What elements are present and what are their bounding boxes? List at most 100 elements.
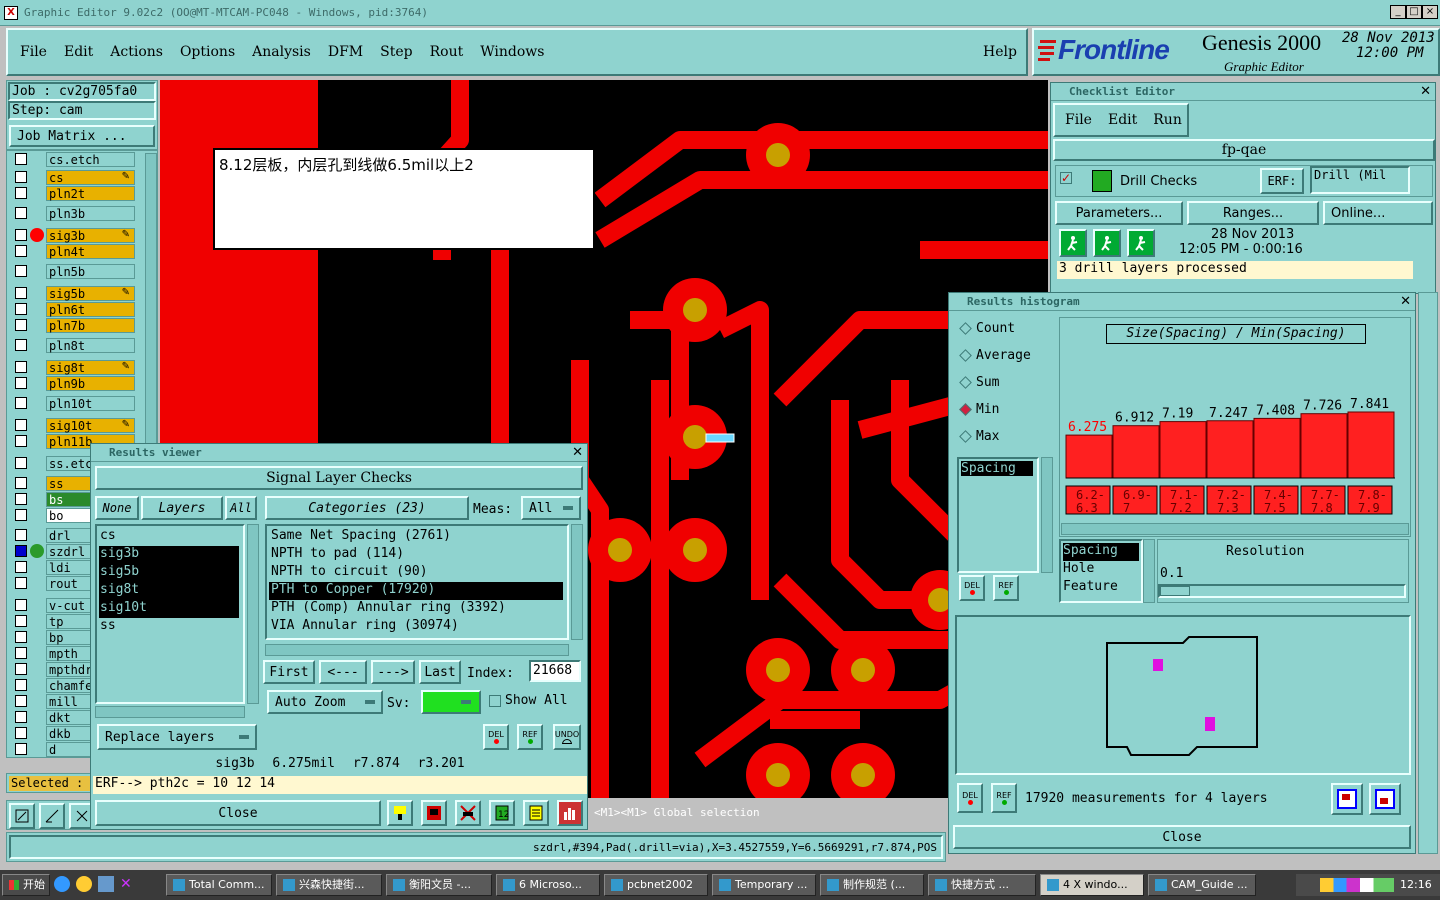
taskbar-item[interactable]: 衡阳文员 -... [386,874,492,896]
stat-option-sum[interactable]: Sum [959,375,999,390]
histogram-bar[interactable] [1253,417,1301,479]
result-layer-item[interactable]: sig5b [99,564,239,582]
layer-checkbox[interactable] [15,615,27,627]
layer-checkbox[interactable] [15,679,27,691]
taskbar-item[interactable]: 6 Microso... [496,874,600,896]
right-scroll[interactable] [1418,292,1438,854]
layer-checkbox[interactable] [15,303,27,315]
layer-checkbox[interactable] [15,397,27,409]
maximize-button[interactable]: □ [1406,5,1422,19]
explorer-icon[interactable] [98,876,114,892]
resolution-item[interactable]: Spacing [1063,543,1139,561]
layer-checkbox[interactable] [15,339,27,351]
category-item[interactable]: PTH (Comp) Annular ring (3392) [269,600,563,618]
undo-button[interactable]: UNDO [553,724,581,750]
histogram-bar[interactable] [1159,421,1207,479]
numbered-icon[interactable]: 12 [489,800,515,826]
hist-ref-button[interactable]: REF [993,575,1019,601]
menu-options[interactable]: Options [180,44,235,60]
layer-checkbox[interactable] [15,361,27,373]
categories-scrollbar[interactable] [571,524,583,640]
result-layer-item[interactable]: sig8t [99,582,239,600]
result-layer-item[interactable]: sig10t [99,600,239,618]
layers-button[interactable]: Layers [141,496,223,520]
layer-checkbox[interactable] [15,435,27,447]
layer-checkbox[interactable] [15,545,27,557]
layer-checkbox[interactable] [15,493,27,505]
auto-zoom-dropdown[interactable]: Auto Zoom [267,690,383,714]
metric-scrollbar[interactable] [1041,457,1053,573]
menu-rout[interactable]: Rout [430,44,464,60]
histogram-bar[interactable] [1206,420,1254,479]
run-icon[interactable] [1059,229,1087,257]
layer-row-pln7b[interactable]: pln7b [15,317,135,333]
layer-checkbox[interactable] [15,457,27,469]
drill-checks-checkbox[interactable]: ✓ [1060,172,1072,184]
layer-checkbox[interactable] [15,265,27,277]
layer-checkbox[interactable] [15,377,27,389]
layer-list-hscroll[interactable] [95,706,245,718]
category-item[interactable]: Same Net Spacing (2761) [269,528,563,546]
layer-checkbox[interactable] [15,577,27,589]
slider-thumb[interactable] [1160,586,1190,596]
menu-actions[interactable]: Actions [110,44,163,60]
category-item[interactable]: NPTH to circuit (90) [269,564,563,582]
stat-option-min[interactable]: Min [959,402,999,417]
taskbar-item[interactable]: pcbnet2002 [604,874,708,896]
menu-file[interactable]: File [20,44,47,60]
layer-list-scrollbar[interactable] [247,524,259,704]
ref-button[interactable]: REF [517,724,543,750]
menu-edit[interactable]: Edit [64,44,93,60]
resolution-slider[interactable] [1158,584,1406,598]
online-button[interactable]: Online... [1323,201,1433,225]
last-button[interactable]: Last [419,660,461,684]
board-preview[interactable] [955,615,1411,775]
metric-item[interactable]: Spacing [961,461,1033,476]
layer-checkbox[interactable] [15,153,27,165]
sv-color-dropdown[interactable] [421,690,481,714]
layer-row-sig10t[interactable]: sig10t ✎ [15,417,135,433]
histogram-bar[interactable] [1347,411,1395,479]
histogram-bar[interactable] [1112,425,1160,479]
menu-analysis[interactable]: Analysis [252,44,311,60]
layer-row-pln4t[interactable]: pln4t [15,243,135,259]
histogram-bar[interactable] [1300,413,1348,479]
layer-checkbox[interactable] [15,477,27,489]
layer-row-pln2t[interactable]: pln2t [15,185,135,201]
layer-row-pln10t[interactable]: pln10t [15,395,135,411]
layer-row-pln6t[interactable]: pln6t [15,301,135,317]
taskbar-item[interactable]: Temporary ... [712,874,816,896]
menu-help[interactable]: Help [983,44,1017,60]
menu-dfm[interactable]: DFM [328,44,363,60]
category-item[interactable]: PTH to Copper (17920) [269,582,563,600]
stat-option-max[interactable]: Max [959,429,999,444]
job-matrix-button[interactable]: Job Matrix ... [9,125,155,147]
layer-checkbox[interactable] [15,187,27,199]
result-layer-item[interactable]: sig3b [99,546,239,564]
checklist-menu-run[interactable]: Run [1153,112,1182,128]
first-button[interactable]: First [263,660,315,684]
all-button[interactable]: All [225,496,257,520]
taskbar-item[interactable]: 快捷方式 ... [928,874,1036,896]
layer-checkbox[interactable] [15,711,27,723]
drill-checks-row[interactable]: ✓ Drill Checks ERF: Drill (Mil [1055,165,1433,197]
layer-checkbox[interactable] [15,663,27,675]
fit-board-icon[interactable] [1369,783,1401,815]
erf-field[interactable]: Drill (Mil [1310,166,1410,194]
hist-ref-button-2[interactable]: REF [991,783,1017,813]
checklist-menu-edit[interactable]: Edit [1108,112,1137,128]
show-all-checkbox[interactable] [489,695,501,707]
close-button[interactable]: × [1422,5,1438,19]
results-close-button[interactable]: Close [95,800,381,826]
layer-checkbox[interactable] [15,207,27,219]
run-all-icon[interactable] [1127,229,1155,257]
next-button[interactable]: ---> [371,660,415,684]
zoom-board-icon[interactable] [1331,783,1363,815]
taskbar-item[interactable]: Total Comm... [166,874,272,896]
index-input[interactable]: 21668 [529,660,581,682]
x-icon[interactable]: ✕ [120,876,136,892]
meas-dropdown[interactable]: All [521,496,581,520]
start-button[interactable]: 开始 [2,874,50,896]
replace-layers-dropdown[interactable]: Replace layers [97,724,257,750]
layer-checkbox[interactable] [15,561,27,573]
